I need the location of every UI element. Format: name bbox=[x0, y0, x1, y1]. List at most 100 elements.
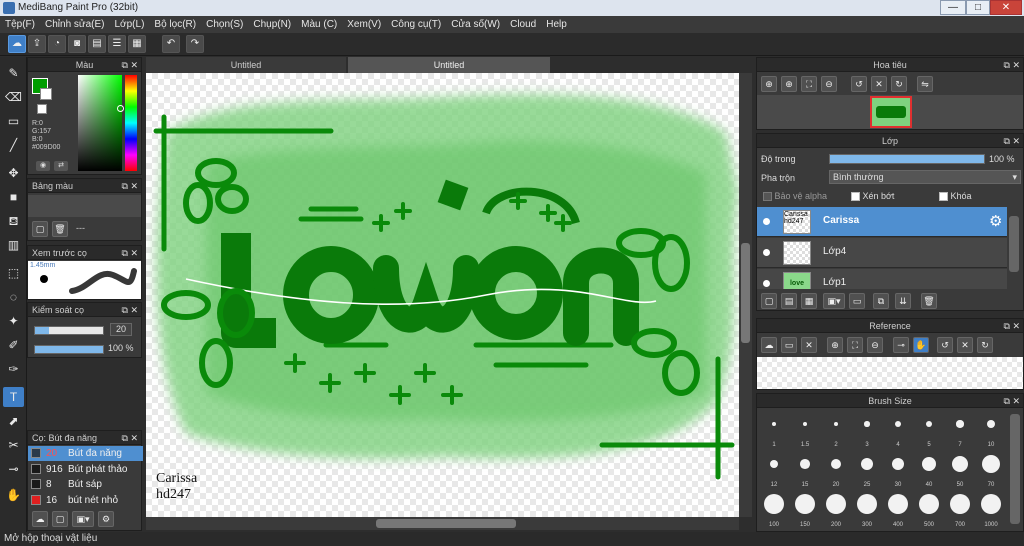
ref-cloud-icon[interactable]: ☁ bbox=[761, 337, 777, 353]
nav-fit-icon[interactable]: ⛶ bbox=[801, 76, 817, 92]
maximize-button[interactable]: □ bbox=[966, 0, 990, 15]
brush-settings-icon[interactable]: ⚙ bbox=[98, 511, 114, 527]
drawing-canvas[interactable]: Carissa hd247 bbox=[146, 73, 739, 517]
palette-add-icon[interactable]: ▢ bbox=[32, 221, 48, 237]
panel-float-close-icon[interactable]: ⧉ ✕ bbox=[122, 431, 138, 445]
bucket-tool-icon[interactable]: ⛾ bbox=[3, 211, 24, 231]
brush-size-option[interactable]: 15 bbox=[790, 450, 820, 488]
color-mode-icon[interactable]: ◉ bbox=[36, 161, 50, 171]
brush-size-option[interactable]: 300 bbox=[852, 490, 882, 528]
ref-reset-icon[interactable]: ✕ bbox=[957, 337, 973, 353]
ref-zoom-in-icon[interactable]: ⊕ bbox=[827, 337, 843, 353]
brush-size-option[interactable]: 70 bbox=[976, 450, 1006, 488]
layer-row-lop4[interactable]: Lớp4 bbox=[757, 238, 1007, 268]
minimize-button[interactable]: — bbox=[940, 0, 966, 15]
new-layer-icon[interactable]: ▢ bbox=[761, 293, 777, 309]
visibility-eye-icon[interactable] bbox=[763, 249, 770, 256]
menu-item-3[interactable]: Bộ lọc(R) bbox=[149, 19, 201, 30]
panel-float-close-icon[interactable]: ⧉ ✕ bbox=[122, 246, 138, 260]
brush-size-value[interactable]: 20 bbox=[110, 323, 132, 336]
document-icon[interactable]: ▤ bbox=[88, 35, 106, 53]
brush-size-option[interactable]: 200 bbox=[821, 490, 851, 528]
ref-eyedropper-icon[interactable]: ⊸ bbox=[893, 337, 909, 353]
palette-swatch-area[interactable] bbox=[28, 195, 141, 217]
brush-size-option[interactable]: 700 bbox=[945, 490, 975, 528]
menu-item-4[interactable]: Chọn(S) bbox=[201, 19, 248, 30]
menu-item-0[interactable]: Tệp(F) bbox=[0, 19, 40, 30]
gear-icon[interactable]: ⚙ bbox=[989, 212, 1002, 230]
brush-add-menu-icon[interactable]: ▣▾ bbox=[72, 511, 94, 527]
brush-tool-icon[interactable]: ✎ bbox=[3, 63, 24, 83]
select-pen-tool-icon[interactable]: ✐ bbox=[3, 335, 24, 355]
menu-item-8[interactable]: Công cụ(T) bbox=[386, 19, 446, 30]
select-eraser-tool-icon[interactable]: ✑ bbox=[3, 359, 24, 379]
fill-rect-tool-icon[interactable]: ■ bbox=[3, 187, 24, 207]
nav-reset-icon[interactable]: ✕ bbox=[871, 76, 887, 92]
brush-size-option[interactable]: 100 bbox=[759, 490, 789, 528]
operation-tool-icon[interactable]: ⬈ bbox=[3, 411, 24, 431]
panel-float-close-icon[interactable]: ⧉ ✕ bbox=[1004, 394, 1020, 408]
brush-size-option[interactable]: 2 bbox=[821, 410, 851, 448]
hand-tool-icon[interactable]: ✋ bbox=[3, 485, 24, 505]
add-layer-menu-icon[interactable]: ▣▾ bbox=[823, 293, 845, 309]
visibility-eye-icon[interactable] bbox=[763, 280, 770, 287]
redo-icon[interactable]: ↷ bbox=[186, 35, 204, 53]
delete-layer-icon[interactable]: 🗑 bbox=[921, 293, 937, 309]
ref-rotate-right-icon[interactable]: ↻ bbox=[977, 337, 993, 353]
nav-zoom-in-icon[interactable]: ⊕ bbox=[761, 76, 777, 92]
brush-size-option[interactable]: 20 bbox=[821, 450, 851, 488]
brush-list-item[interactable]: 916 Bút phát thảo bbox=[28, 462, 143, 477]
gradient-tool-icon[interactable]: ▥ bbox=[3, 235, 24, 255]
brush-size-option[interactable]: 1.5 bbox=[790, 410, 820, 448]
menu-item-10[interactable]: Cloud bbox=[505, 19, 541, 30]
ref-close-icon[interactable]: ✕ bbox=[801, 337, 817, 353]
brush-list-item[interactable]: 8 Bút sáp bbox=[28, 477, 143, 492]
magic-wand-tool-icon[interactable]: ✦ bbox=[3, 311, 24, 331]
layer-row-carissa[interactable]: Carissa hd247 Carissa ⚙ bbox=[757, 207, 1007, 237]
menu-item-7[interactable]: Xem(V) bbox=[342, 19, 386, 30]
lock-checkbox[interactable] bbox=[939, 192, 948, 202]
picker-cursor[interactable] bbox=[117, 105, 124, 112]
brush-size-option[interactable]: 25 bbox=[852, 450, 882, 488]
layer-row-lop1[interactable]: love Lớp1 bbox=[757, 269, 1007, 289]
move-tool-icon[interactable]: ✥ bbox=[3, 163, 24, 183]
tab-untitled-1[interactable]: Untitled bbox=[146, 57, 346, 73]
nav-zoom-out-icon[interactable]: ⊖ bbox=[821, 76, 837, 92]
brush-size-option[interactable]: 3 bbox=[852, 410, 882, 448]
panel-float-close-icon[interactable]: ⧉ ✕ bbox=[1004, 58, 1020, 72]
ref-hand-icon[interactable]: ✋ bbox=[913, 337, 929, 353]
clipping-checkbox[interactable] bbox=[851, 192, 860, 202]
brush-size-option[interactable]: 40 bbox=[914, 450, 944, 488]
background-color-swatch[interactable] bbox=[40, 88, 52, 100]
reference-view[interactable] bbox=[757, 357, 1023, 389]
panel-float-close-icon[interactable]: ⧉ ✕ bbox=[122, 58, 138, 72]
ref-fit-icon[interactable]: ⛶ bbox=[847, 337, 863, 353]
brush-size-option[interactable]: 12 bbox=[759, 450, 789, 488]
layer-folder-icon[interactable]: ▭ bbox=[849, 293, 865, 309]
ref-open-icon[interactable]: ▭ bbox=[781, 337, 797, 353]
duplicate-layer-icon[interactable]: ⧉ bbox=[873, 293, 889, 309]
brush-opacity-slider[interactable] bbox=[34, 345, 104, 354]
protect-alpha-checkbox[interactable] bbox=[763, 192, 772, 202]
nav-flip-icon[interactable]: ⇋ bbox=[917, 76, 933, 92]
grid-icon[interactable]: ▦ bbox=[128, 35, 146, 53]
line-tool-icon[interactable]: ╱ bbox=[3, 135, 24, 155]
brush-size-option[interactable]: 50 bbox=[945, 450, 975, 488]
color-swap-icon[interactable]: ⇄ bbox=[54, 161, 68, 171]
menu-item-6[interactable]: Màu (C) bbox=[296, 19, 342, 30]
layer-scroll-thumb[interactable] bbox=[1009, 216, 1019, 272]
rectangle-tool-icon[interactable]: ▭ bbox=[3, 111, 24, 131]
horizontal-scrollbar[interactable] bbox=[146, 517, 739, 530]
upload-icon[interactable]: ⇪ bbox=[28, 35, 46, 53]
transparent-color-swatch[interactable] bbox=[37, 104, 47, 114]
hue-slider[interactable] bbox=[125, 75, 137, 171]
brush-size-slider[interactable] bbox=[34, 326, 104, 335]
panel-float-close-icon[interactable]: ⧉ ✕ bbox=[1004, 134, 1020, 148]
chat-icon[interactable]: ◙ bbox=[68, 35, 86, 53]
brush-size-option[interactable]: 1 bbox=[759, 410, 789, 448]
list-icon[interactable]: ☰ bbox=[108, 35, 126, 53]
ref-zoom-out-icon[interactable]: ⊖ bbox=[867, 337, 883, 353]
eraser-tool-icon[interactable]: ⌫ bbox=[3, 87, 24, 107]
brush-size-option[interactable]: 400 bbox=[883, 490, 913, 528]
brush-list-item[interactable]: 20 Bút đa năng bbox=[28, 446, 143, 461]
